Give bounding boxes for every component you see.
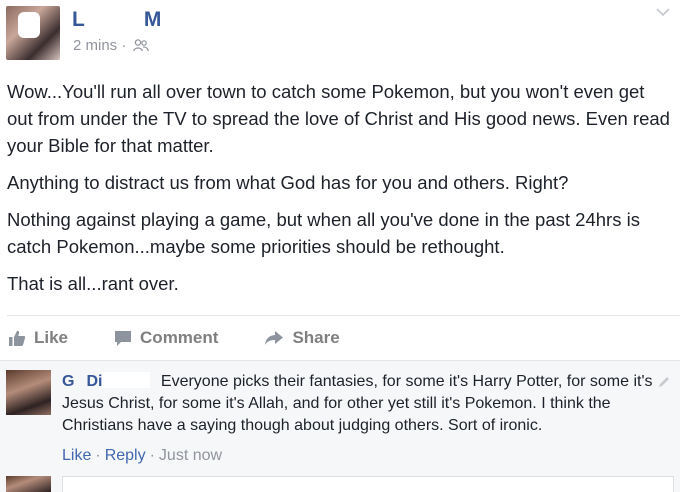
speech-bubble-icon [115,331,132,346]
post-timestamp[interactable]: 2 mins [73,37,117,54]
comment-text: Everyone picks their fantasies, for some… [62,373,653,434]
comment-body: G Di Everyone picks their fantasies, for … [62,371,662,437]
thumbs-up-icon [9,330,26,346]
chevron-down-icon[interactable] [656,4,670,22]
share-button[interactable]: Share [264,328,340,348]
facebook-post: LM 2 mins · Wow...You'll run all over to… [0,0,680,492]
comment-actions: Like · Reply · Just now [62,447,222,465]
commenter-last-name[interactable]: Di [86,373,102,390]
comment-separator: · [149,447,155,464]
comment-label: Comment [140,328,219,347]
comment-reply-link[interactable]: Reply [105,447,146,464]
comment-button[interactable]: Comment [114,328,218,348]
author-avatar[interactable] [6,6,60,60]
friends-icon[interactable] [132,39,149,56]
comment-like-link[interactable]: Like [62,447,91,464]
comment-input[interactable] [62,476,674,492]
post-paragraph: Anything to distract us from what God ha… [7,172,569,193]
commenter-name-redaction [102,372,151,388]
post-paragraph: That is all...rant over. [7,273,179,294]
commenter-avatar[interactable] [6,370,51,415]
write-comment-row [0,470,680,492]
author-name-redaction [85,9,144,29]
post-author-name[interactable]: LM [72,8,162,32]
commenter-first-name[interactable]: G [62,373,74,390]
meta-separator: · [121,37,127,54]
author-first-name[interactable]: L [72,8,86,31]
like-button[interactable]: Like [8,328,68,348]
post-paragraph: Wow...You'll run all over town to catch … [7,81,670,156]
post-body: Wow...You'll run all over town to catch … [7,78,672,307]
action-divider [7,315,680,316]
post-meta: 2 mins · [73,37,149,56]
share-arrow-icon [265,331,284,345]
post-action-bar: Like Comment Share [8,322,386,354]
share-label: Share [292,328,340,347]
comment-separator: · [95,447,101,464]
like-label: Like [34,328,69,347]
author-last-name[interactable]: M [144,8,163,31]
avatar-redaction [18,12,40,38]
post-paragraph: Nothing against playing a game, but when… [7,209,640,257]
comment-timestamp[interactable]: Just now [159,447,222,464]
commenter-name[interactable]: G Di [62,372,151,390]
current-user-avatar [6,476,51,492]
pencil-icon[interactable] [658,375,670,393]
